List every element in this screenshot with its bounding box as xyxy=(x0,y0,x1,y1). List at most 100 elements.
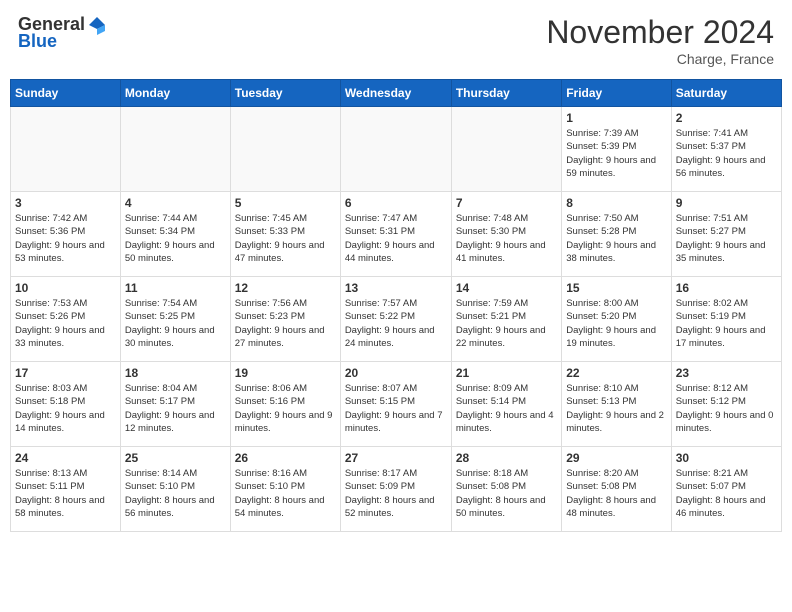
calendar-cell: 5 Sunrise: 7:45 AM Sunset: 5:33 PM Daylig… xyxy=(230,192,340,277)
calendar-cell: 1 Sunrise: 7:39 AM Sunset: 5:39 PM Daylig… xyxy=(562,107,671,192)
day-number: 1 xyxy=(566,111,666,125)
calendar-cell: 22 Sunrise: 8:10 AM Sunset: 5:13 PM Dayli… xyxy=(562,362,671,447)
day-info: Sunrise: 7:48 AM Sunset: 5:30 PM Dayligh… xyxy=(456,212,557,265)
day-number: 6 xyxy=(345,196,447,210)
day-number: 17 xyxy=(15,366,116,380)
day-number: 4 xyxy=(125,196,226,210)
calendar-cell: 21 Sunrise: 8:09 AM Sunset: 5:14 PM Dayli… xyxy=(451,362,561,447)
calendar-cell: 3 Sunrise: 7:42 AM Sunset: 5:36 PM Daylig… xyxy=(11,192,121,277)
week-row-1: 1 Sunrise: 7:39 AM Sunset: 5:39 PM Daylig… xyxy=(11,107,782,192)
day-info: Sunrise: 8:12 AM Sunset: 5:12 PM Dayligh… xyxy=(676,382,777,435)
logo: General Blue xyxy=(18,14,107,52)
day-number: 27 xyxy=(345,451,447,465)
calendar-cell xyxy=(11,107,121,192)
day-info: Sunrise: 8:07 AM Sunset: 5:15 PM Dayligh… xyxy=(345,382,447,435)
day-number: 25 xyxy=(125,451,226,465)
calendar-cell: 15 Sunrise: 8:00 AM Sunset: 5:20 PM Dayli… xyxy=(562,277,671,362)
day-number: 23 xyxy=(676,366,777,380)
day-info: Sunrise: 7:53 AM Sunset: 5:26 PM Dayligh… xyxy=(15,297,116,350)
day-number: 8 xyxy=(566,196,666,210)
day-number: 16 xyxy=(676,281,777,295)
day-number: 18 xyxy=(125,366,226,380)
weekday-header-thursday: Thursday xyxy=(451,80,561,107)
calendar-cell: 23 Sunrise: 8:12 AM Sunset: 5:12 PM Dayli… xyxy=(671,362,781,447)
calendar-cell: 14 Sunrise: 7:59 AM Sunset: 5:21 PM Dayli… xyxy=(451,277,561,362)
day-info: Sunrise: 7:42 AM Sunset: 5:36 PM Dayligh… xyxy=(15,212,116,265)
day-info: Sunrise: 8:04 AM Sunset: 5:17 PM Dayligh… xyxy=(125,382,226,435)
calendar-cell: 30Sunrise: 8:21 AM Sunset: 5:07 PM Dayli… xyxy=(671,447,781,532)
day-info: Sunrise: 8:14 AM Sunset: 5:10 PM Dayligh… xyxy=(125,467,226,520)
calendar-cell: 29 Sunrise: 8:20 AM Sunset: 5:08 PM Dayli… xyxy=(562,447,671,532)
calendar-cell: 13Sunrise: 7:57 AM Sunset: 5:22 PM Dayli… xyxy=(340,277,451,362)
day-number: 22 xyxy=(566,366,666,380)
day-info: Sunrise: 7:39 AM Sunset: 5:39 PM Dayligh… xyxy=(566,127,666,180)
logo-blue-text: Blue xyxy=(18,31,57,52)
day-number: 21 xyxy=(456,366,557,380)
day-number: 14 xyxy=(456,281,557,295)
calendar-cell xyxy=(451,107,561,192)
weekday-header-wednesday: Wednesday xyxy=(340,80,451,107)
day-number: 9 xyxy=(676,196,777,210)
day-info: Sunrise: 8:06 AM Sunset: 5:16 PM Dayligh… xyxy=(235,382,336,435)
day-number: 5 xyxy=(235,196,336,210)
location-text: Charge, France xyxy=(546,51,774,67)
weekday-header-tuesday: Tuesday xyxy=(230,80,340,107)
day-info: Sunrise: 8:18 AM Sunset: 5:08 PM Dayligh… xyxy=(456,467,557,520)
week-row-5: 24Sunrise: 8:13 AM Sunset: 5:11 PM Dayli… xyxy=(11,447,782,532)
calendar-cell: 26 Sunrise: 8:16 AM Sunset: 5:10 PM Dayli… xyxy=(230,447,340,532)
day-info: Sunrise: 7:51 AM Sunset: 5:27 PM Dayligh… xyxy=(676,212,777,265)
day-number: 7 xyxy=(456,196,557,210)
weekday-header-monday: Monday xyxy=(120,80,230,107)
day-info: Sunrise: 8:03 AM Sunset: 5:18 PM Dayligh… xyxy=(15,382,116,435)
calendar-cell: 20 Sunrise: 8:07 AM Sunset: 5:15 PM Dayli… xyxy=(340,362,451,447)
calendar-cell: 27 Sunrise: 8:17 AM Sunset: 5:09 PM Dayli… xyxy=(340,447,451,532)
calendar-table: SundayMondayTuesdayWednesdayThursdayFrid… xyxy=(10,79,782,532)
day-number: 13 xyxy=(345,281,447,295)
day-info: Sunrise: 8:02 AM Sunset: 5:19 PM Dayligh… xyxy=(676,297,777,350)
day-number: 12 xyxy=(235,281,336,295)
logo-icon xyxy=(87,15,107,35)
calendar-cell: 11Sunrise: 7:54 AM Sunset: 5:25 PM Dayli… xyxy=(120,277,230,362)
day-number: 15 xyxy=(566,281,666,295)
day-info: Sunrise: 8:20 AM Sunset: 5:08 PM Dayligh… xyxy=(566,467,666,520)
day-info: Sunrise: 8:21 AM Sunset: 5:07 PM Dayligh… xyxy=(676,467,777,520)
day-info: Sunrise: 7:59 AM Sunset: 5:21 PM Dayligh… xyxy=(456,297,557,350)
calendar-cell: 9 Sunrise: 7:51 AM Sunset: 5:27 PM Daylig… xyxy=(671,192,781,277)
calendar-cell: 16 Sunrise: 8:02 AM Sunset: 5:19 PM Dayli… xyxy=(671,277,781,362)
day-info: Sunrise: 8:16 AM Sunset: 5:10 PM Dayligh… xyxy=(235,467,336,520)
page-header: General Blue November 2024 Charge, Franc… xyxy=(10,10,782,71)
day-number: 20 xyxy=(345,366,447,380)
day-info: Sunrise: 7:45 AM Sunset: 5:33 PM Dayligh… xyxy=(235,212,336,265)
weekday-header-friday: Friday xyxy=(562,80,671,107)
calendar-cell: 8 Sunrise: 7:50 AM Sunset: 5:28 PM Daylig… xyxy=(562,192,671,277)
calendar-cell: 4Sunrise: 7:44 AM Sunset: 5:34 PM Daylig… xyxy=(120,192,230,277)
calendar-cell: 10 Sunrise: 7:53 AM Sunset: 5:26 PM Dayli… xyxy=(11,277,121,362)
calendar-cell: 17 Sunrise: 8:03 AM Sunset: 5:18 PM Dayli… xyxy=(11,362,121,447)
week-row-2: 3 Sunrise: 7:42 AM Sunset: 5:36 PM Daylig… xyxy=(11,192,782,277)
day-info: Sunrise: 7:56 AM Sunset: 5:23 PM Dayligh… xyxy=(235,297,336,350)
day-number: 29 xyxy=(566,451,666,465)
day-number: 28 xyxy=(456,451,557,465)
day-number: 11 xyxy=(125,281,226,295)
calendar-cell xyxy=(340,107,451,192)
day-number: 10 xyxy=(15,281,116,295)
day-info: Sunrise: 8:10 AM Sunset: 5:13 PM Dayligh… xyxy=(566,382,666,435)
day-info: Sunrise: 8:00 AM Sunset: 5:20 PM Dayligh… xyxy=(566,297,666,350)
weekday-header-saturday: Saturday xyxy=(671,80,781,107)
calendar-cell xyxy=(230,107,340,192)
day-number: 3 xyxy=(15,196,116,210)
calendar-cell: 6 Sunrise: 7:47 AM Sunset: 5:31 PM Daylig… xyxy=(340,192,451,277)
day-info: Sunrise: 7:47 AM Sunset: 5:31 PM Dayligh… xyxy=(345,212,447,265)
day-number: 26 xyxy=(235,451,336,465)
calendar-cell: 19 Sunrise: 8:06 AM Sunset: 5:16 PM Dayli… xyxy=(230,362,340,447)
day-info: Sunrise: 8:09 AM Sunset: 5:14 PM Dayligh… xyxy=(456,382,557,435)
day-number: 2 xyxy=(676,111,777,125)
title-section: November 2024 Charge, France xyxy=(546,14,774,67)
day-number: 19 xyxy=(235,366,336,380)
day-info: Sunrise: 8:17 AM Sunset: 5:09 PM Dayligh… xyxy=(345,467,447,520)
day-info: Sunrise: 7:50 AM Sunset: 5:28 PM Dayligh… xyxy=(566,212,666,265)
calendar-cell: 25 Sunrise: 8:14 AM Sunset: 5:10 PM Dayli… xyxy=(120,447,230,532)
week-row-3: 10 Sunrise: 7:53 AM Sunset: 5:26 PM Dayli… xyxy=(11,277,782,362)
week-row-4: 17 Sunrise: 8:03 AM Sunset: 5:18 PM Dayli… xyxy=(11,362,782,447)
day-info: Sunrise: 7:41 AM Sunset: 5:37 PM Dayligh… xyxy=(676,127,777,180)
